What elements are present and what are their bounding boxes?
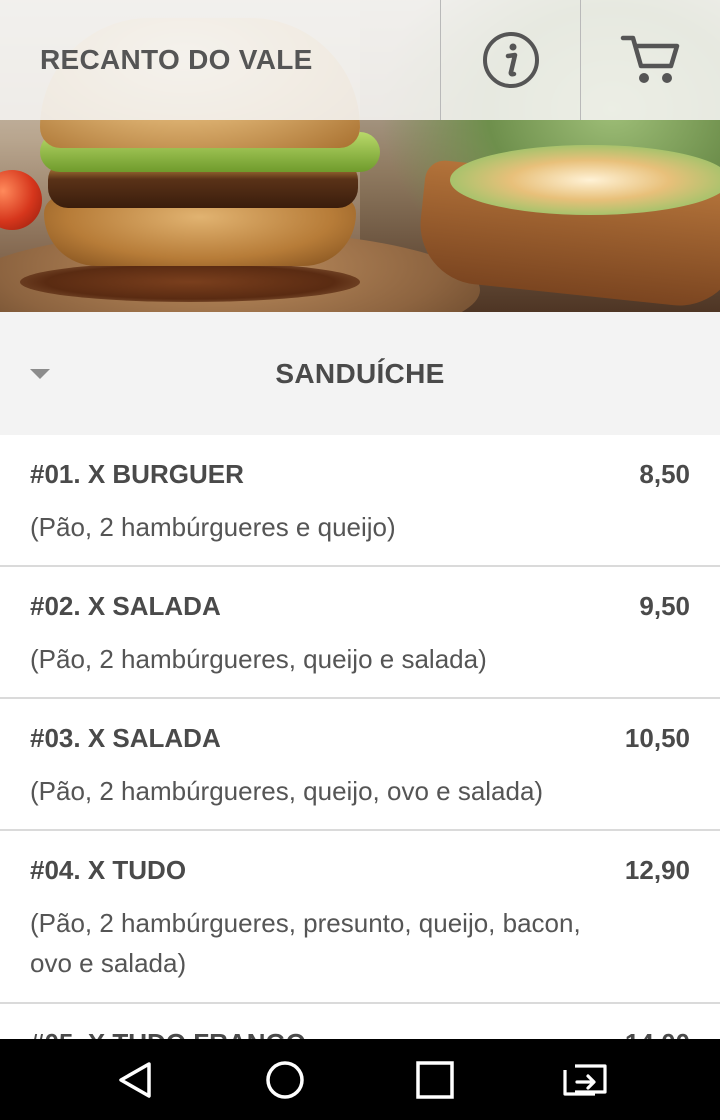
item-price: 12,90	[624, 855, 690, 885]
home-icon	[266, 1060, 304, 1099]
item-price: 8,50	[639, 459, 690, 489]
menu-item[interactable]: #03. X SALADA 10,50 (Pão, 2 hambúrgueres…	[0, 699, 720, 831]
menu-item[interactable]: #01. X BURGUER 8,50 (Pão, 2 hambúrgueres…	[0, 435, 720, 567]
home-button[interactable]	[245, 1039, 325, 1120]
top-bar: RECANTO DO VALE	[0, 0, 720, 120]
item-name: #02. X SALADA	[30, 591, 221, 621]
cart-icon	[620, 35, 679, 83]
screen-mirror-icon	[563, 1063, 607, 1096]
category-header[interactable]: SANDUÍCHE	[0, 312, 720, 435]
info-button[interactable]	[440, 0, 580, 120]
item-name: #03. X SALADA	[30, 723, 221, 753]
recents-button[interactable]	[395, 1039, 475, 1120]
tomato	[0, 170, 42, 230]
back-icon	[119, 1061, 151, 1098]
app-title: RECANTO DO VALE	[40, 44, 313, 75]
coleslaw	[450, 145, 720, 215]
info-icon	[482, 32, 539, 88]
item-description: (Pão, 2 hambúrgueres e queijo)	[30, 512, 396, 542]
back-button[interactable]	[95, 1039, 175, 1120]
category-title: SANDUÍCHE	[275, 357, 445, 389]
screen-mirror-button[interactable]	[545, 1039, 625, 1120]
cart-button[interactable]	[580, 0, 720, 120]
menu-item[interactable]: #02. X SALADA 9,50 (Pão, 2 hambúrgueres,…	[0, 567, 720, 699]
menu-item[interactable]: #04. X TUDO 12,90 (Pão, 2 hambúrgueres, …	[0, 831, 720, 1004]
recents-icon	[416, 1060, 454, 1099]
system-nav-bar	[0, 1039, 720, 1120]
item-price: 9,50	[639, 591, 690, 621]
item-name: #01. X BURGUER	[30, 459, 244, 489]
bacon-crumbs	[20, 262, 360, 302]
item-price: 10,50	[624, 723, 690, 753]
item-description: (Pão, 2 hambúrgueres, queijo, ovo e sala…	[30, 776, 544, 806]
item-description: (Pão, 2 hambúrgueres, queijo e salada)	[30, 644, 487, 674]
item-description: (Pão, 2 hambúrgueres, presunto, queijo, …	[30, 908, 581, 978]
caret-down-icon	[30, 369, 50, 379]
item-name: #04. X TUDO	[30, 855, 187, 885]
